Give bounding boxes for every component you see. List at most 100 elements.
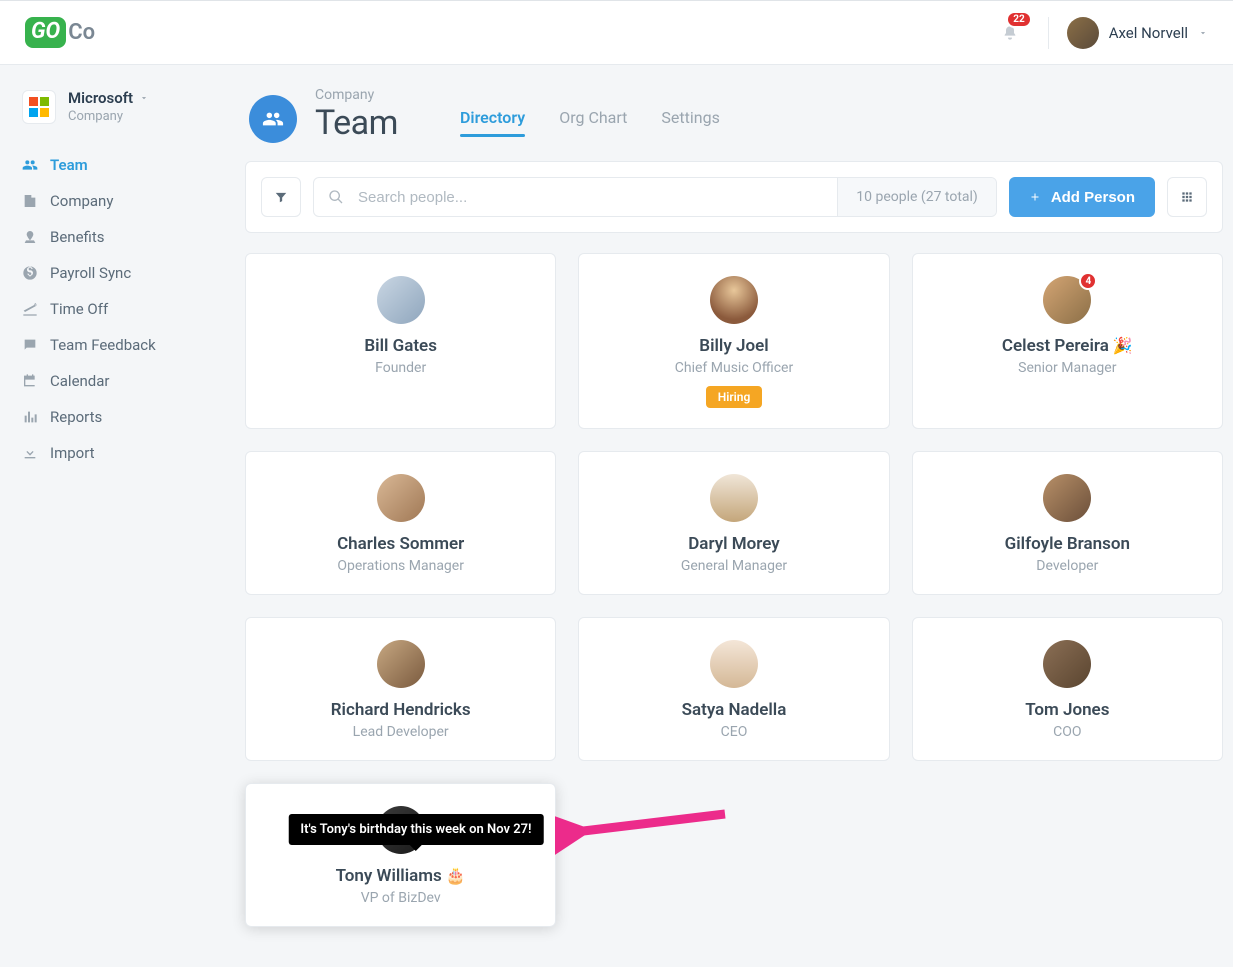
add-person-label: Add Person xyxy=(1051,189,1135,206)
chevron-down-icon xyxy=(1198,28,1208,38)
user-menu[interactable]: Axel Norvell xyxy=(1067,17,1208,49)
annotation-arrow xyxy=(555,802,745,862)
sidebar-item-label: Time Off xyxy=(50,300,108,318)
company-logo xyxy=(22,90,56,124)
person-name: Charles Sommer xyxy=(337,534,464,554)
avatar-badge: 4 xyxy=(1079,272,1097,290)
sidebar-item-calendar[interactable]: Calendar xyxy=(12,364,223,398)
divider xyxy=(1048,17,1049,49)
person-title: Chief Music Officer xyxy=(675,360,793,376)
company-subtitle: Company xyxy=(68,109,149,124)
page-header: Company Team DirectoryOrg ChartSettings xyxy=(245,87,1223,143)
person-title: CEO xyxy=(721,724,748,740)
person-card[interactable]: Satya Nadella CEO xyxy=(578,617,889,761)
search-icon-box xyxy=(314,178,358,216)
search-input[interactable] xyxy=(358,178,837,216)
emoji-icon: 🎂 xyxy=(446,866,466,885)
person-card[interactable]: Billy Joel Chief Music Officer Hiring xyxy=(578,253,889,429)
person-title: Lead Developer xyxy=(353,724,449,740)
person-name: Celest Pereira🎉 xyxy=(1002,336,1133,356)
person-title: Developer xyxy=(1036,558,1098,574)
sidebar-item-team[interactable]: Team xyxy=(12,148,223,182)
sidebar-item-team-feedback[interactable]: Team Feedback xyxy=(12,328,223,362)
page-pretitle: Company xyxy=(315,87,398,103)
toolbar: 10 people (27 total) Add Person xyxy=(245,161,1223,233)
sidebar-item-label: Team xyxy=(50,156,88,174)
company-name: Microsoft xyxy=(68,89,149,107)
person-card[interactable]: Tom Jones COO xyxy=(912,617,1223,761)
sidebar-item-label: Calendar xyxy=(50,372,110,390)
person-name: Richard Hendricks xyxy=(331,700,471,720)
person-title: COO xyxy=(1053,724,1081,740)
sidebar-item-import[interactable]: Import xyxy=(12,436,223,470)
person-card[interactable]: Bill GatesFounder xyxy=(245,253,556,429)
calendar-icon xyxy=(22,373,38,389)
sidebar-item-label: Benefits xyxy=(50,228,105,246)
person-title: General Manager xyxy=(681,558,787,574)
person-card[interactable]: Gilfoyle Branson Developer xyxy=(912,451,1223,595)
feedback-icon xyxy=(22,337,38,353)
person-card[interactable]: Tony Williams🎂 VP of BizDev It's Tony's bi… xyxy=(245,783,556,927)
logo-badge: GO xyxy=(25,17,66,48)
filter-button[interactable] xyxy=(261,177,301,217)
brand-logo[interactable]: GO Co xyxy=(25,17,95,48)
sidebar-item-label: Import xyxy=(50,444,95,462)
chevron-down-icon xyxy=(139,93,149,103)
sidebar-item-payroll-sync[interactable]: Payroll Sync xyxy=(12,256,223,290)
reports-icon xyxy=(22,409,38,425)
person-avatar xyxy=(710,640,758,688)
team-icon-circle xyxy=(249,95,297,143)
person-card[interactable]: 4 Celest Pereira🎉 Senior Manager xyxy=(912,253,1223,429)
person-avatar xyxy=(1043,474,1091,522)
grid-icon xyxy=(1180,190,1194,204)
person-avatar xyxy=(377,474,425,522)
nav-list: Team Company Benefits Payroll Sync Time Off T… xyxy=(12,148,223,470)
add-person-button[interactable]: Add Person xyxy=(1009,177,1155,217)
person-card[interactable]: Daryl Morey General Manager xyxy=(578,451,889,595)
person-title: Founder xyxy=(375,360,426,376)
people-count: 10 people (27 total) xyxy=(837,178,996,216)
tab-directory[interactable]: Directory xyxy=(460,104,525,143)
company-selector[interactable]: Microsoft Company xyxy=(12,83,223,130)
tabs: Directory Org Chart Settings xyxy=(460,104,720,143)
person-title: VP of BizDev xyxy=(361,890,441,906)
grid-view-button[interactable] xyxy=(1167,177,1207,217)
person-card[interactable]: Richard Hendricks Lead Developer xyxy=(245,617,556,761)
plus-icon xyxy=(1029,191,1041,203)
person-name: Billy Joel xyxy=(699,336,768,356)
person-avatar xyxy=(1043,640,1091,688)
company-icon xyxy=(22,193,38,209)
person-title: Operations Manager xyxy=(337,558,464,574)
person-name: Daryl Morey xyxy=(688,534,780,554)
person-avatar xyxy=(710,276,758,324)
person-name: Satya Nadella xyxy=(682,700,787,720)
sidebar-item-time-off[interactable]: Time Off xyxy=(12,292,223,326)
timeoff-icon xyxy=(22,301,38,317)
search-field: 10 people (27 total) xyxy=(313,177,997,217)
sidebar: Microsoft Company Team Company Benefits Pay… xyxy=(0,65,235,967)
top-header: GO Co 22 Axel Norvell xyxy=(0,0,1233,65)
tab-org-chart[interactable]: Org Chart xyxy=(559,104,627,143)
birthday-tooltip: It's Tony's birthday this week on Nov 27… xyxy=(288,814,543,845)
team-icon xyxy=(22,157,38,173)
sidebar-item-benefits[interactable]: Benefits xyxy=(12,220,223,254)
person-name: Tom Jones xyxy=(1025,700,1109,720)
hiring-tag: Hiring xyxy=(706,386,763,408)
sidebar-item-reports[interactable]: Reports xyxy=(12,400,223,434)
sidebar-item-company[interactable]: Company xyxy=(12,184,223,218)
person-card[interactable]: Charles Sommer Operations Manager xyxy=(245,451,556,595)
notifications-button[interactable]: 22 xyxy=(990,13,1030,53)
logo-suffix: Co xyxy=(68,20,95,45)
sidebar-item-label: Team Feedback xyxy=(50,336,156,354)
sidebar-item-label: Reports xyxy=(50,408,102,426)
sidebar-item-label: Company xyxy=(50,192,113,210)
payroll-icon xyxy=(22,265,38,281)
tab-settings[interactable]: Settings xyxy=(661,104,719,143)
main-content: Company Team DirectoryOrg ChartSettings … xyxy=(235,65,1233,967)
person-avatar: 4 xyxy=(1043,276,1091,324)
emoji-icon: 🎉 xyxy=(1113,336,1133,355)
person-name: Tony Williams🎂 xyxy=(336,866,466,886)
person-name: Gilfoyle Branson xyxy=(1005,534,1130,554)
person-title: Senior Manager xyxy=(1018,360,1116,376)
notification-badge: 22 xyxy=(1006,11,1031,28)
